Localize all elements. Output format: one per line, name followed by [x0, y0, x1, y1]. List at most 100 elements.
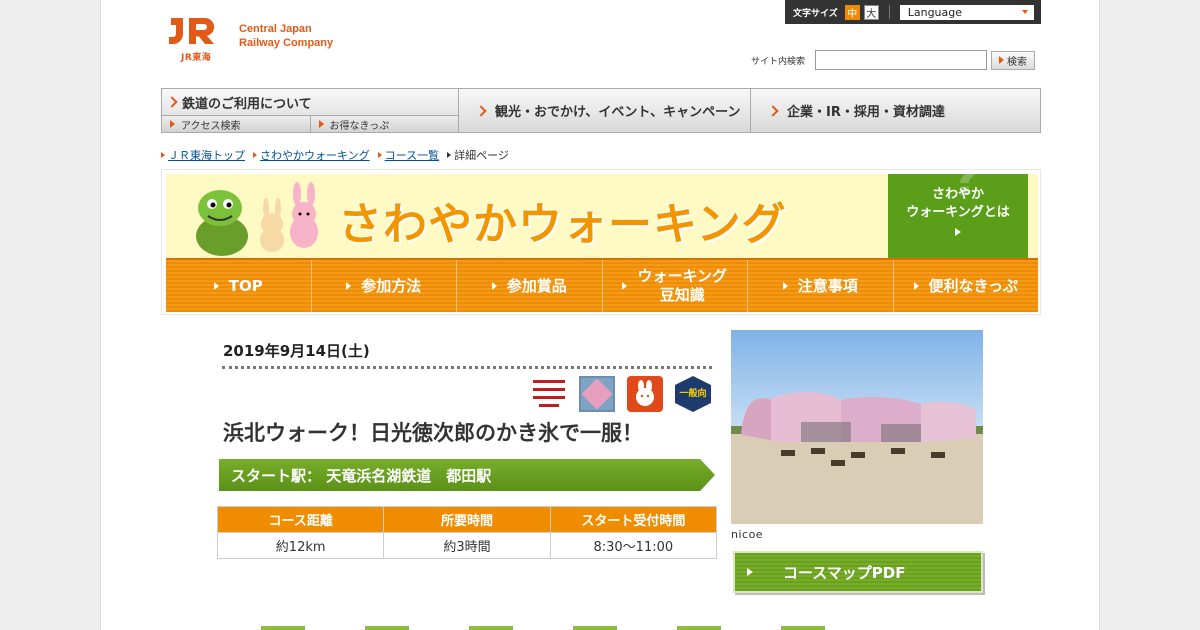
breadcrumb-item: コース一覧: [377, 147, 439, 163]
nav-discount-tickets[interactable]: お得なきっぷ: [309, 116, 458, 132]
font-size-medium-button[interactable]: 中: [844, 4, 860, 20]
breadcrumb-link-course-list[interactable]: コース一覧: [385, 147, 439, 163]
language-select[interactable]: Language: [899, 4, 1034, 20]
tab-prizes[interactable]: 参加賞品: [457, 260, 603, 312]
table-header-row: コース距離 所要時間 スタート受付時間: [216, 506, 718, 533]
tab-label: ウォーキング 豆知識: [637, 267, 727, 305]
course-photo: [731, 330, 983, 524]
thumbnail[interactable]: [261, 626, 305, 630]
font-size-label: 文字サイズ: [793, 8, 838, 19]
nav-railway-label: 鉄道のご利用について: [182, 96, 312, 112]
breadcrumb-current: 詳細ページ: [447, 147, 509, 163]
font-size-large-button[interactable]: 大: [863, 4, 879, 20]
walking-banner: さわやかウォーキング ? さわやか ウォーキングとは TOP 参加方法 参加賞品: [161, 155, 1041, 315]
header-start-time: スタート受付時間: [549, 506, 718, 533]
nav-access-label: アクセス検索: [181, 120, 241, 132]
walking-tabs: TOP 参加方法 参加賞品 ウォーキング 豆知識 注意事項 便利なきっぷ: [166, 258, 1038, 312]
tab-label: 注意事項: [797, 276, 858, 295]
course-map-pdf-button[interactable]: コースマップPDF: [733, 551, 983, 593]
chevron-right-icon: [166, 96, 178, 108]
arrow-right-icon: [955, 228, 961, 236]
tab-label-line2: 豆知識: [659, 286, 705, 304]
thumbnail[interactable]: [469, 626, 513, 630]
search-button-label: 検索: [1007, 56, 1028, 68]
nav-sightseeing-label: 観光・おでかけ、イベント、キャンペーン: [495, 105, 741, 120]
dotted-divider: [222, 366, 712, 370]
jr-tokai-text: JR東海: [181, 53, 212, 63]
station-walk-badge-icon: [531, 376, 567, 412]
thumbnail[interactable]: [365, 626, 409, 630]
nav-corporate[interactable]: 企業・IR・採用・資材調達: [751, 89, 1040, 132]
arrow-right-icon: [346, 282, 352, 290]
breadcrumb: ＪＲ東海トップ さわやかウォーキング コース一覧 詳細ページ: [161, 147, 509, 163]
course-badges: 一般向: [531, 376, 711, 412]
arrow-right-icon: [913, 282, 919, 290]
bottom-thumbnail-strip: [261, 626, 961, 630]
arrow-right-icon: [491, 282, 497, 290]
site-search-label: サイト内検索: [751, 56, 806, 67]
banner-title: さわやかウォーキング: [338, 199, 787, 250]
arrow-right-icon: [377, 152, 382, 158]
cell-duration: 約3時間: [383, 532, 551, 559]
arrow-right-icon: [253, 152, 257, 158]
thumbnail[interactable]: [573, 626, 617, 630]
tab-label-line1: ウォーキング: [637, 267, 728, 285]
tab-label: 便利なきっぷ: [928, 276, 1018, 295]
page-container: JR東海 Central Japan Railway Company 文字サイズ…: [100, 0, 1100, 630]
pdf-button-label: コースマップPDF: [783, 563, 906, 582]
chevron-down-icon: [1021, 9, 1028, 14]
course-date: 2019年9月14日(土): [223, 342, 370, 360]
thumbnail[interactable]: [677, 626, 721, 630]
tab-top[interactable]: TOP: [166, 260, 312, 312]
course-title: 浜北ウォーク！日光徳次郎のかき氷で一服！: [223, 421, 643, 445]
arrow-right-icon: [161, 152, 165, 158]
arrow-right-icon: [747, 568, 753, 576]
gift-badge-icon: [579, 376, 615, 412]
nav-sightseeing[interactable]: 観光・おでかけ、イベント、キャンペーン: [459, 89, 751, 132]
jr-central-logo[interactable]: JR東海 Central Japan Railway Company: [165, 16, 355, 66]
tab-useful-tickets[interactable]: 便利なきっぷ: [894, 260, 1039, 312]
company-name-line2: Railway Company: [239, 37, 334, 49]
tab-label: 参加方法: [361, 276, 422, 295]
company-name: Central Japan Railway Company: [239, 22, 333, 50]
arrow-right-icon: [782, 282, 788, 290]
thumbnail[interactable]: [781, 626, 825, 630]
cell-distance: 約12km: [216, 532, 385, 559]
tab-how-to-join[interactable]: 参加方法: [312, 260, 457, 312]
arrow-right-icon: [213, 282, 219, 290]
breadcrumb-link-jr-top[interactable]: ＪＲ東海トップ: [168, 147, 245, 163]
breadcrumb-link-walking[interactable]: さわやかウォーキング: [260, 147, 370, 163]
cell-start-time: 8:30～11:00: [549, 532, 718, 559]
rabbit-badge-icon: [627, 376, 663, 412]
divider: [888, 5, 890, 19]
tab-walking-tips[interactable]: ウォーキング 豆知識: [603, 260, 748, 312]
breadcrumb-item: ＪＲ東海トップ: [161, 147, 245, 163]
about-walking-button[interactable]: ? さわやか ウォーキングとは: [888, 155, 1028, 258]
header-distance: コース距離: [216, 506, 385, 533]
photo-caption: nicoe: [731, 528, 764, 541]
nav-railway-usage[interactable]: 鉄道のご利用について: [162, 89, 458, 116]
course-info-table: コース距離 所要時間 スタート受付時間 約12km 約3時間 8:30～11:0…: [216, 506, 718, 559]
arrow-right-icon: [622, 282, 628, 290]
utility-bar: 文字サイズ 中 大 Language: [785, 0, 1041, 24]
breadcrumb-current-label: 詳細ページ: [454, 149, 509, 162]
breadcrumb-item: さわやかウォーキング: [253, 147, 370, 163]
tab-notes[interactable]: 注意事項: [748, 260, 894, 312]
jr-logo-mark: JR東海: [167, 16, 231, 63]
start-station: スタート駅： 天竜浜名湖鉄道 都田駅: [219, 459, 715, 491]
arrow-right-icon: [318, 120, 324, 128]
search-button[interactable]: 検索: [991, 50, 1036, 70]
search-input[interactable]: [815, 50, 988, 70]
nav-railway-subs: アクセス検索 お得なきっぷ: [162, 116, 458, 132]
site-search: サイト内検索 検索: [751, 50, 1036, 70]
general-audience-badge: 一般向: [675, 376, 711, 412]
company-name-line1: Central Japan: [239, 23, 312, 35]
arrow-right-icon: [447, 152, 452, 158]
tab-label: TOP: [228, 276, 263, 295]
mascot-illustration: [196, 182, 318, 256]
nav-railway-group: 鉄道のご利用について アクセス検索 お得なきっぷ: [162, 89, 459, 132]
table-row: 約12km 約3時間 8:30～11:00: [216, 532, 718, 559]
nav-access-search[interactable]: アクセス検索: [162, 116, 310, 132]
arrow-right-icon: [170, 120, 175, 128]
question-mark-icon: ?: [952, 151, 980, 207]
